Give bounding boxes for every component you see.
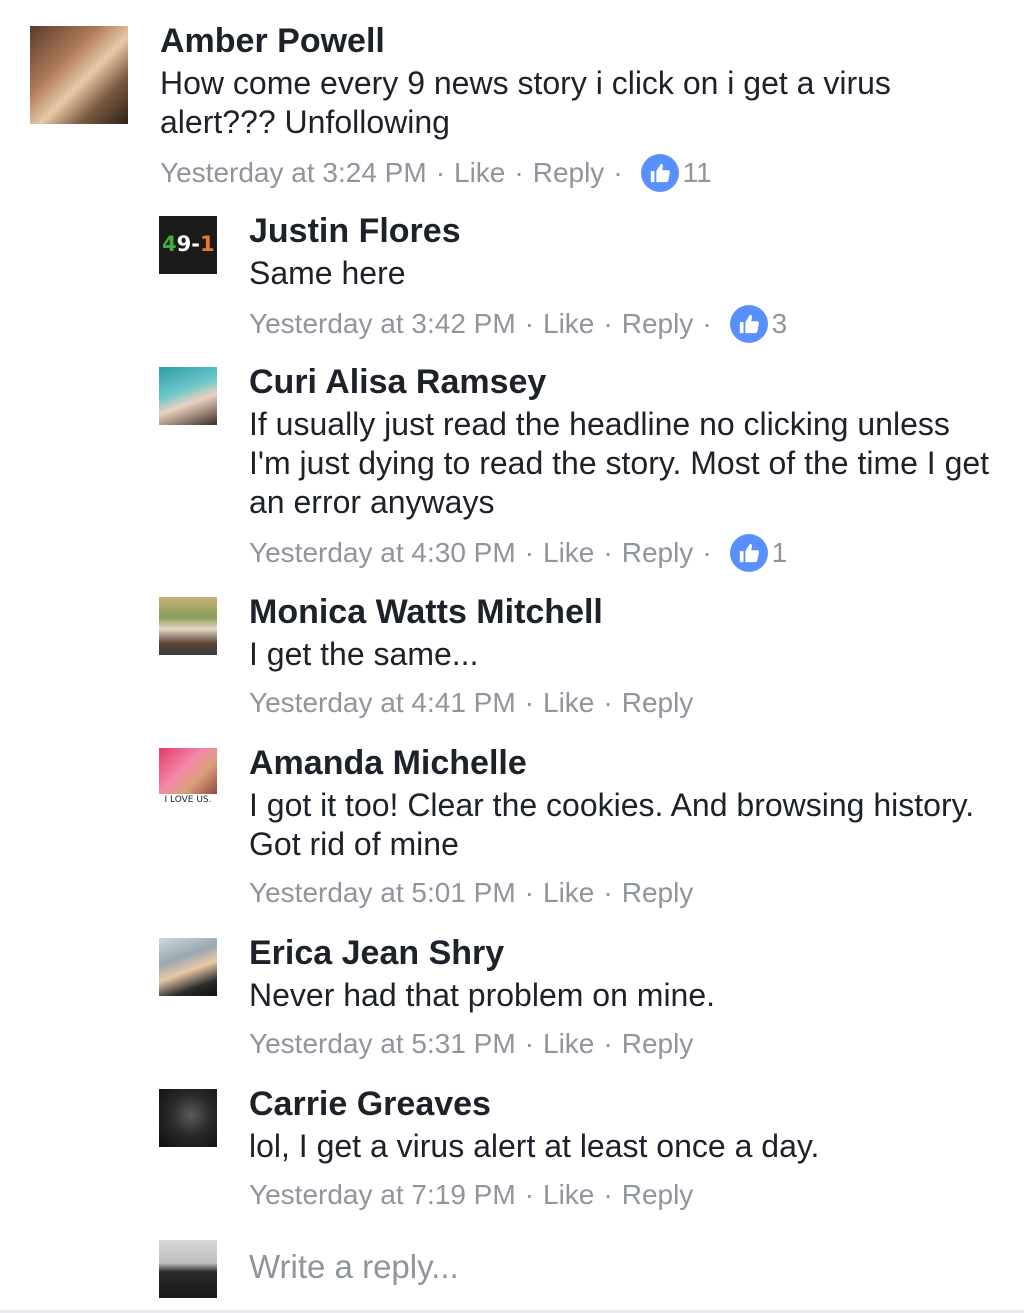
avatar[interactable] xyxy=(159,938,217,996)
comment-author[interactable]: Amber Powell xyxy=(160,21,1000,61)
like-link[interactable]: Like xyxy=(543,536,594,570)
avatar[interactable] xyxy=(159,367,217,425)
like-count[interactable]: 1 xyxy=(772,536,788,570)
avatar[interactable] xyxy=(159,1089,217,1147)
reply-author[interactable]: Monica Watts Mitchell xyxy=(249,592,1000,632)
like-link[interactable]: Like xyxy=(543,307,594,341)
thumbs-up-icon[interactable] xyxy=(640,154,679,192)
reply-body: Curi Alisa Ramsey If usually just read t… xyxy=(249,362,1000,572)
avatar[interactable]: I LOVE US. xyxy=(159,748,217,806)
comment-text: How come every 9 news story i click on i… xyxy=(160,65,891,140)
comment-meta: Yesterday at 3:24 PM · Like · Reply · 11 xyxy=(160,154,1000,192)
reply-link[interactable]: Reply xyxy=(533,156,605,190)
reply-body: Justin Flores Same here Yesterday at 3:4… xyxy=(249,211,1000,343)
comment-body: Amber Powell How come every 9 news story… xyxy=(160,21,1000,192)
reply-input[interactable]: Write a reply... xyxy=(249,1247,459,1287)
reply-body: Carrie Greaves lol, I get a virus alert … xyxy=(249,1084,1000,1212)
avatar[interactable] xyxy=(159,597,217,655)
like-count[interactable]: 11 xyxy=(683,156,712,190)
reply-author[interactable]: Justin Flores xyxy=(249,211,1000,251)
reply-author[interactable]: Amanda Michelle xyxy=(249,743,1000,783)
reply-link[interactable]: Reply xyxy=(622,876,694,910)
like-link[interactable]: Like xyxy=(543,1027,594,1061)
reply-author[interactable]: Carrie Greaves xyxy=(249,1084,1000,1124)
avatar[interactable]: 49-1 xyxy=(159,216,217,274)
reply-link[interactable]: Reply xyxy=(622,686,694,720)
reply-link[interactable]: Reply xyxy=(622,307,694,341)
reply-meta: Yesterday at 5:31 PM · Like · Reply xyxy=(249,1027,694,1061)
reply-body: Monica Watts Mitchell I get the same... … xyxy=(249,592,1000,720)
reply-link[interactable]: Reply xyxy=(622,536,694,570)
current-user-avatar xyxy=(159,1240,217,1298)
reply-body: Erica Jean Shry Never had that problem o… xyxy=(249,933,1000,1061)
reply-meta: Yesterday at 5:01 PM · Like · Reply xyxy=(249,876,694,910)
timestamp[interactable]: Yesterday at 7:19 PM xyxy=(249,1178,516,1212)
timestamp[interactable]: Yesterday at 5:01 PM xyxy=(249,876,516,910)
timestamp[interactable]: Yesterday at 5:31 PM xyxy=(249,1027,516,1061)
like-link[interactable]: Like xyxy=(543,876,594,910)
like-link[interactable]: Like xyxy=(454,156,505,190)
reply-text: lol, I get a virus alert at least once a… xyxy=(249,1128,820,1164)
reply-text: I get the same... xyxy=(249,636,479,672)
timestamp[interactable]: Yesterday at 3:24 PM xyxy=(160,156,427,190)
reply-text: I got it too! Clear the cookies. And bro… xyxy=(249,787,975,862)
like-link[interactable]: Like xyxy=(543,1178,594,1212)
avatar[interactable] xyxy=(30,26,128,124)
reply-meta: Yesterday at 3:42 PM · Like · Reply · 3 xyxy=(249,305,1000,343)
like-link[interactable]: Like xyxy=(543,686,594,720)
reply-text: Same here xyxy=(249,255,406,291)
reply-meta: Yesterday at 4:30 PM · Like · Reply · 1 xyxy=(249,534,1000,572)
thumbs-up-icon[interactable] xyxy=(729,534,768,572)
reply-meta: Yesterday at 7:19 PM · Like · Reply xyxy=(249,1178,694,1212)
like-count[interactable]: 3 xyxy=(772,307,788,341)
reply-body: Amanda Michelle I got it too! Clear the … xyxy=(249,743,1000,910)
reply-meta: Yesterday at 4:41 PM · Like · Reply xyxy=(249,686,694,720)
timestamp[interactable]: Yesterday at 3:42 PM xyxy=(249,307,516,341)
timestamp[interactable]: Yesterday at 4:41 PM xyxy=(249,686,516,720)
reply-author[interactable]: Curi Alisa Ramsey xyxy=(249,362,1000,402)
reply-author[interactable]: Erica Jean Shry xyxy=(249,933,1000,973)
thumbs-up-icon[interactable] xyxy=(729,305,768,343)
reply-text: Never had that problem on mine. xyxy=(249,977,716,1013)
reply-link[interactable]: Reply xyxy=(622,1178,694,1212)
reply-text: If usually just read the headline no cli… xyxy=(249,406,990,520)
reply-link[interactable]: Reply xyxy=(622,1027,694,1061)
timestamp[interactable]: Yesterday at 4:30 PM xyxy=(249,536,516,570)
avatar-caption: I LOVE US. xyxy=(159,794,217,806)
